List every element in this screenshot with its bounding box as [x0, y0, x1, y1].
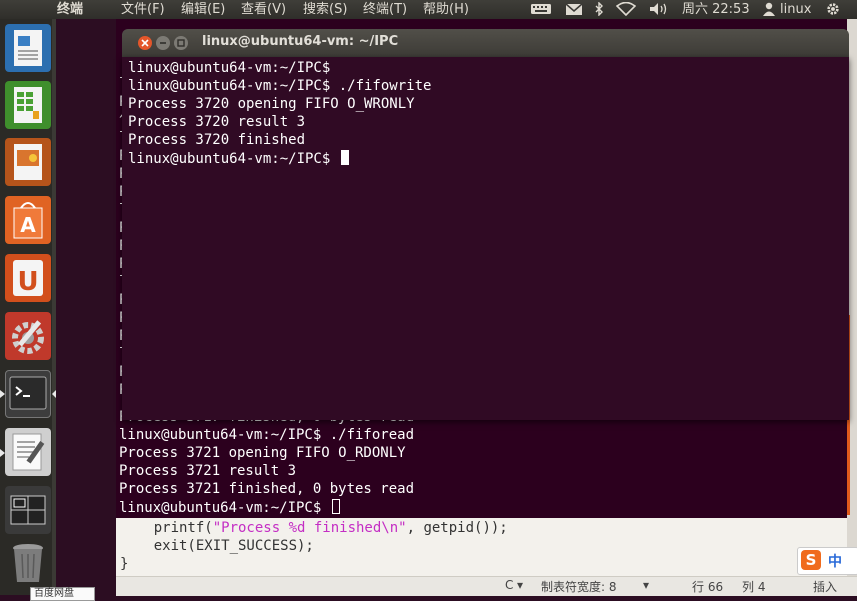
code-editor[interactable]: printf("Process %d finished\n", getpid()… [116, 518, 847, 576]
launcher-software-center[interactable]: A [5, 196, 51, 244]
minimize-button[interactable] [156, 36, 170, 50]
svg-text:A: A [20, 213, 36, 237]
minimize-icon [160, 42, 166, 44]
menu-file[interactable]: 文件(F) [121, 0, 165, 19]
text-cursor [331, 499, 340, 514]
cursor-column: 列 4 [742, 580, 766, 594]
terminal-prompt[interactable]: linux@ubuntu64-vm:~/IPC$ [128, 150, 349, 167]
menu-search[interactable]: 搜索(S) [303, 0, 347, 19]
trash-icon [13, 544, 43, 582]
launcher-divider [52, 19, 56, 595]
window-title: linux@ubuntu64-vm: ~/IPC [202, 34, 399, 49]
launcher-calc[interactable] [5, 81, 51, 129]
code-line: printf("Process %d finished\n", getpid()… [120, 520, 508, 536]
terminal-prompt[interactable]: linux@ubuntu64-vm:~/IPC$ [119, 499, 340, 516]
terminal-line: Process 3721 result 3 [119, 463, 297, 479]
menu-view[interactable]: 查看(V) [241, 0, 286, 19]
gear-icon[interactable] [825, 2, 841, 16]
menu-help[interactable]: 帮助(H) [423, 0, 469, 19]
input-method-widget[interactable]: S 中 [797, 547, 857, 575]
app-name: 终端 [57, 2, 84, 17]
terminal-line: linux@ubuntu64-vm:~/IPC$ ./fifowrite [128, 78, 432, 94]
launcher-trash[interactable] [5, 538, 51, 586]
ime-mode: 中 [828, 554, 842, 570]
clock[interactable]: 周六 22:53 [682, 0, 750, 19]
writer-icon [14, 30, 42, 66]
maximize-button[interactable] [174, 36, 188, 50]
settings-icon [12, 320, 44, 354]
running-indicator [0, 390, 5, 398]
svg-text:U: U [17, 267, 38, 297]
menu-edit[interactable]: 编辑(E) [181, 0, 225, 19]
wifi-icon[interactable] [616, 2, 636, 16]
mail-icon[interactable] [565, 2, 583, 16]
text-editor-icon [12, 433, 45, 471]
launcher-system-settings[interactable] [5, 312, 51, 360]
user-icon[interactable] [763, 2, 775, 16]
sogou-icon: S [801, 550, 821, 570]
ubuntu-one-icon: U [13, 260, 43, 297]
close-icon [141, 39, 149, 47]
calc-icon [14, 87, 42, 123]
editor-statusbar: C ▾ 制表符宽度: 8 ▾ 行 66 列 4 插入 [116, 576, 857, 596]
text-cursor [340, 150, 349, 165]
terminal-line: Process 3721 finished, 0 bytes read [119, 481, 415, 497]
terminal-line: linux@ubuntu64-vm:~/IPC$ ./fiforead [119, 427, 415, 443]
chevron-down-icon: ▾ [643, 578, 650, 592]
maximize-icon [177, 39, 185, 47]
launcher-writer[interactable] [5, 24, 51, 72]
terminal-line: Process 3721 opening FIFO O_RDONLY [119, 445, 406, 461]
cursor-line: 行 66 [692, 580, 724, 594]
launcher-terminal[interactable] [5, 370, 51, 418]
terminal-window[interactable]: linux@ubuntu64-vm: ~/IPC linux@ubuntu64-… [122, 29, 849, 420]
terminal-line: linux@ubuntu64-vm:~/IPC$ [128, 60, 331, 76]
bluetooth-icon[interactable] [594, 2, 604, 16]
user-name[interactable]: linux [780, 0, 811, 19]
terminal-line: Process 3720 result 3 [128, 114, 306, 130]
code-line: } [120, 556, 129, 572]
menu-terminal[interactable]: 终端(T) [363, 0, 407, 19]
language-selector[interactable]: C [505, 578, 513, 592]
launcher-ubuntu-one[interactable]: U [5, 254, 51, 302]
launcher-workspace-switcher[interactable] [5, 486, 51, 534]
impress-icon [14, 144, 42, 180]
terminal-line: Process 3720 finished [128, 132, 306, 148]
terminal-line: Process 3720 opening FIFO O_WRONLY [128, 96, 415, 112]
keyboard-icon[interactable] [530, 2, 552, 16]
window-titlebar[interactable]: linux@ubuntu64-vm: ~/IPC [122, 29, 849, 57]
volume-icon[interactable] [648, 2, 670, 16]
code-line: exit(EXIT_SUCCESS); [120, 538, 314, 554]
close-button[interactable] [138, 36, 152, 50]
launcher-text-editor[interactable] [5, 428, 51, 476]
terminal-icon [9, 376, 47, 410]
software-center-icon: A [13, 202, 43, 239]
running-indicator [0, 449, 5, 457]
prompt-text: linux@ubuntu64-vm:~/IPC$ [128, 151, 339, 167]
prompt-text: linux@ubuntu64-vm:~/IPC$ [119, 500, 330, 516]
insert-mode: 插入 [813, 580, 838, 594]
top-panel: 终端 文件(F) 编辑(E) 查看(V) 搜索(S) 终端(T) 帮助(H) 周… [0, 0, 857, 19]
launcher-impress[interactable] [5, 138, 51, 186]
chevron-down-icon: ▾ [517, 578, 524, 592]
tab-width-selector[interactable]: 制表符宽度: 8 [541, 578, 617, 595]
workspace-switcher-icon [10, 495, 46, 525]
tooltip: 百度网盘 [30, 587, 95, 601]
focus-indicator [52, 390, 56, 398]
terminal-output[interactable]: linux@ubuntu64-vm:~/IPC$ linux@ubuntu64-… [122, 57, 849, 420]
